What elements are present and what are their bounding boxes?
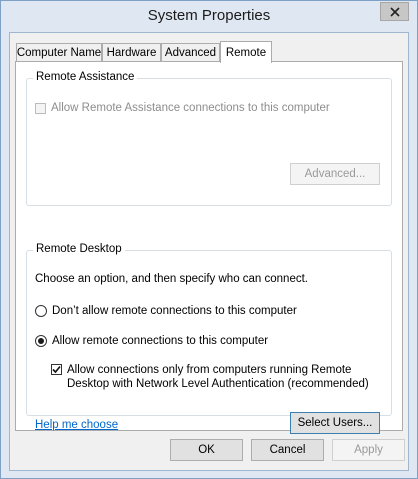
tab-hardware[interactable]: Hardware <box>102 43 161 61</box>
tab-computer-name[interactable]: Computer Name <box>16 43 102 61</box>
nla-label: Allow connections only from computers ru… <box>67 363 369 391</box>
remote-desktop-instruction: Choose an option, and then specify who c… <box>35 273 308 285</box>
select-users-button[interactable]: Select Users... <box>290 412 380 434</box>
advanced-button[interactable]: Advanced... <box>290 163 380 185</box>
radio-selected-dot <box>38 338 44 344</box>
tab-remote[interactable]: Remote <box>220 41 272 63</box>
dialog-client-area: Computer Name Hardware Advanced Remote R… <box>9 32 409 471</box>
tab-label: Computer Name <box>16 46 102 59</box>
help-me-choose-link[interactable]: Help me choose <box>35 419 118 431</box>
dont-allow-radio[interactable] <box>35 305 47 317</box>
nla-checkbox[interactable] <box>51 364 62 375</box>
remote-assistance-group: Remote Assistance Allow Remote Assistanc… <box>26 71 392 206</box>
remote-desktop-group-label: Remote Desktop <box>33 243 125 255</box>
allow-radio[interactable] <box>35 335 47 347</box>
tab-label: Hardware <box>106 46 157 59</box>
allow-remote-assistance-row: Allow Remote Assistance connections to t… <box>35 102 330 114</box>
apply-button[interactable]: Apply <box>332 439 405 461</box>
dont-allow-option-row[interactable]: Don’t allow remote connections to this c… <box>35 305 297 317</box>
allow-option-row[interactable]: Allow remote connections to this compute… <box>35 335 268 347</box>
checkmark-icon <box>52 365 61 374</box>
allow-label: Allow remote connections to this compute… <box>52 335 269 347</box>
cancel-button[interactable]: Cancel <box>251 439 324 461</box>
window-title: System Properties <box>147 7 271 24</box>
nla-option-row[interactable]: Allow connections only from computers ru… <box>51 363 369 391</box>
tab-advanced[interactable]: Advanced <box>161 43 220 61</box>
remote-assistance-group-label: Remote Assistance <box>33 71 138 83</box>
nla-label-line1: Allow connections only from computers ru… <box>67 364 352 376</box>
ok-button[interactable]: OK <box>170 439 243 461</box>
tab-label: Advanced <box>164 46 217 59</box>
allow-remote-assistance-checkbox[interactable] <box>35 103 46 114</box>
allow-remote-assistance-label: Allow Remote Assistance connections to t… <box>51 102 330 114</box>
nla-label-line2: Desktop with Network Level Authenticatio… <box>67 378 369 390</box>
title-bar[interactable]: System Properties <box>1 1 417 33</box>
remote-tab-panel: Remote Assistance Allow Remote Assistanc… <box>15 61 403 434</box>
close-icon <box>389 6 400 17</box>
remote-desktop-group: Remote Desktop Choose an option, and the… <box>26 243 392 434</box>
tab-label: Remote <box>225 46 267 59</box>
close-button[interactable] <box>380 2 409 21</box>
dont-allow-label: Don’t allow remote connections to this c… <box>52 305 297 317</box>
system-properties-window: System Properties Computer Name Hardware… <box>0 0 418 479</box>
